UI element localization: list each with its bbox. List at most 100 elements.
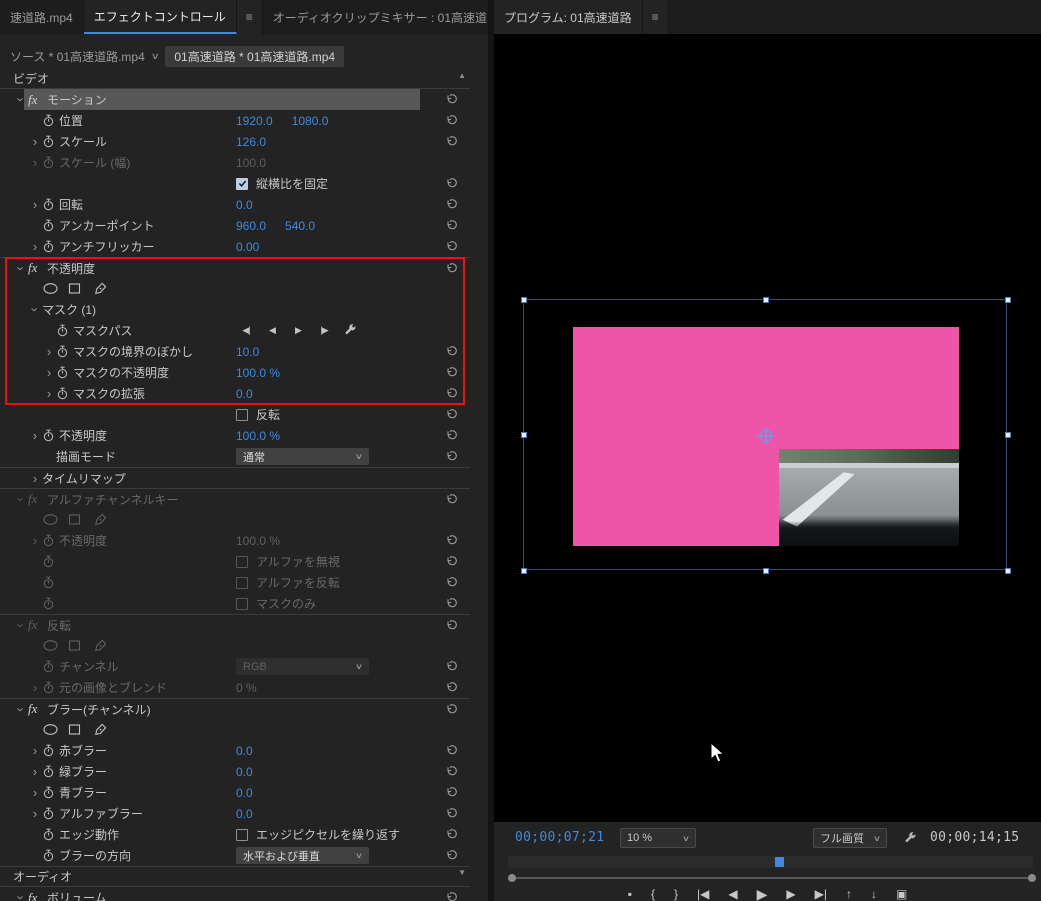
expand-icon[interactable]: › <box>28 135 42 148</box>
reset-parameter-icon[interactable] <box>445 786 458 799</box>
row-anchor-point[interactable]: アンカーポイント 960.0 540.0 <box>0 215 470 236</box>
row-alpha-blur[interactable]: › アルファブラー 0.0 <box>0 803 470 824</box>
reset-parameter-icon[interactable] <box>445 198 458 211</box>
value-field[interactable]: 1080.0 <box>292 114 329 128</box>
reset-parameter-icon[interactable] <box>445 660 458 673</box>
transform-handle-top-right[interactable] <box>1005 297 1011 303</box>
monitor-scrubber[interactable] <box>494 854 1041 872</box>
expand-icon[interactable]: › <box>28 429 42 442</box>
stopwatch-icon[interactable] <box>56 387 73 400</box>
expand-icon[interactable]: › <box>28 765 42 778</box>
reset-parameter-icon[interactable] <box>445 408 458 421</box>
video-clip-thumbnail[interactable] <box>779 449 959 546</box>
pen-mask-tool-icon[interactable] <box>94 723 120 736</box>
row-blue-blur[interactable]: › 青ブラー 0.0 <box>0 782 470 803</box>
collapse-icon[interactable]: › <box>14 93 29 107</box>
row-blur-direction[interactable]: ブラーの方向 水平および垂直 ∨ <box>0 845 470 866</box>
stopwatch-icon[interactable] <box>42 849 59 862</box>
reset-parameter-icon[interactable] <box>445 576 458 589</box>
expand-icon[interactable]: › <box>28 156 42 169</box>
zoom-scrollbar-left-handle[interactable] <box>508 874 516 882</box>
stopwatch-icon[interactable] <box>42 429 59 442</box>
row-antiflicker[interactable]: › アンチフリッカー 0.00 <box>0 236 470 257</box>
row-mask-1[interactable]: › マスク (1) <box>0 299 470 320</box>
row-position[interactable]: 位置 1920.0 1080.0 <box>0 110 470 131</box>
reset-parameter-icon[interactable] <box>445 450 458 463</box>
stopwatch-icon[interactable] <box>56 324 73 337</box>
row-rotation[interactable]: › 回転 0.0 <box>0 194 470 215</box>
dropdown-select[interactable]: 水平および垂直 ∨ <box>236 847 369 864</box>
play-button[interactable]: ▶ <box>757 884 768 901</box>
reset-parameter-icon[interactable] <box>445 681 458 694</box>
panel-menu-icon[interactable]: ≡ <box>642 0 669 34</box>
expand-icon[interactable]: › <box>28 744 42 757</box>
go-to-in-button[interactable]: |◀ <box>697 884 709 901</box>
stopwatch-icon[interactable] <box>56 366 73 379</box>
stopwatch-icon[interactable] <box>42 534 59 547</box>
value-field[interactable]: 0 % <box>236 681 257 695</box>
rect-mask-tool-icon[interactable] <box>68 282 94 295</box>
reset-parameter-icon[interactable] <box>445 345 458 358</box>
transform-handle-mid-right[interactable] <box>1005 432 1011 438</box>
reset-parameter-icon[interactable] <box>445 219 458 232</box>
mark-in-button[interactable]: { <box>651 884 655 901</box>
stopwatch-icon[interactable] <box>42 828 59 841</box>
reset-parameter-icon[interactable] <box>445 93 458 106</box>
dropdown-select[interactable]: RGB ∨ <box>236 658 369 675</box>
mask-track-button[interactable]: ◀| <box>236 325 256 336</box>
playback-quality-select[interactable]: フル画質 ∨ <box>813 828 887 848</box>
extract-button[interactable]: ↓ <box>871 884 877 901</box>
row-mask-opacity[interactable]: › マスクの不透明度 100.0 % <box>0 362 470 383</box>
collapse-icon[interactable]: › <box>14 891 29 901</box>
stopwatch-icon[interactable] <box>42 240 59 253</box>
expand-icon[interactable]: › <box>28 681 42 694</box>
value-field[interactable]: 960.0 <box>236 219 266 233</box>
reset-parameter-icon[interactable] <box>445 493 458 506</box>
expand-icon[interactable]: › <box>28 807 42 820</box>
sequence-clip-selector[interactable]: 01高速道路 * 01高速道路.mp4 <box>165 46 345 67</box>
zoom-level-select[interactable]: 10 % ∨ <box>620 828 696 848</box>
checkbox[interactable] <box>236 828 248 841</box>
row-uniform-scale[interactable]: 縦横比を固定 <box>0 173 470 194</box>
value-field[interactable]: 1920.0 <box>236 114 273 128</box>
tab-source-monitor[interactable]: 速道路.mp4 <box>0 0 84 34</box>
row-blend-mode[interactable]: 描画モード 通常 ∨ <box>0 446 470 467</box>
expand-icon[interactable]: › <box>42 345 56 358</box>
expand-icon[interactable]: › <box>42 366 56 379</box>
row-opacity-mask-tools[interactable] <box>0 278 470 299</box>
reset-parameter-icon[interactable] <box>445 177 458 190</box>
transform-handle-mid-left[interactable] <box>521 432 527 438</box>
reset-parameter-icon[interactable] <box>445 387 458 400</box>
row-green-blur[interactable]: › 緑ブラー 0.0 <box>0 761 470 782</box>
checkbox[interactable] <box>236 555 248 568</box>
row-motion-effect[interactable]: › fx モーション <box>0 89 470 110</box>
fx-badge-icon[interactable]: fx <box>28 260 47 276</box>
reset-parameter-icon[interactable] <box>445 366 458 379</box>
go-to-out-button[interactable]: ▶| <box>815 884 827 901</box>
reset-parameter-icon[interactable] <box>445 765 458 778</box>
reset-parameter-icon[interactable] <box>445 849 458 862</box>
fx-badge-icon[interactable]: fx <box>28 701 47 717</box>
mask-track-button[interactable]: ◀ <box>262 325 282 336</box>
value-field[interactable]: 0.0 <box>236 765 253 779</box>
rect-mask-tool-icon[interactable] <box>68 639 94 652</box>
checkbox[interactable] <box>236 408 248 421</box>
stopwatch-icon[interactable] <box>42 576 59 589</box>
row-time-remapping[interactable]: › タイムリマップ <box>0 467 470 488</box>
value-field[interactable]: 100.0 % <box>236 429 280 443</box>
fx-badge-icon[interactable]: fx <box>28 92 47 108</box>
value-field[interactable]: 10.0 <box>236 345 259 359</box>
row-channel-blur-effect[interactable]: › fx ブラー(チャンネル) <box>0 698 470 719</box>
value-field[interactable]: 100.0 % <box>236 366 280 380</box>
pen-mask-tool-icon[interactable] <box>94 639 120 652</box>
lift-button[interactable]: ↑ <box>846 884 852 901</box>
row-scale[interactable]: › スケール 126.0 <box>0 131 470 152</box>
stopwatch-icon[interactable] <box>42 597 59 610</box>
dropdown-select[interactable]: 通常 ∨ <box>236 448 369 465</box>
expand-icon[interactable]: › <box>28 198 42 211</box>
reset-parameter-icon[interactable] <box>445 114 458 127</box>
value-field[interactable]: 0.0 <box>236 387 253 401</box>
reset-parameter-icon[interactable] <box>445 828 458 841</box>
row-mask-path[interactable]: マスクパス ◀| ◀ ▶ |▶ <box>0 320 470 341</box>
ellipse-mask-tool-icon[interactable] <box>42 639 68 652</box>
